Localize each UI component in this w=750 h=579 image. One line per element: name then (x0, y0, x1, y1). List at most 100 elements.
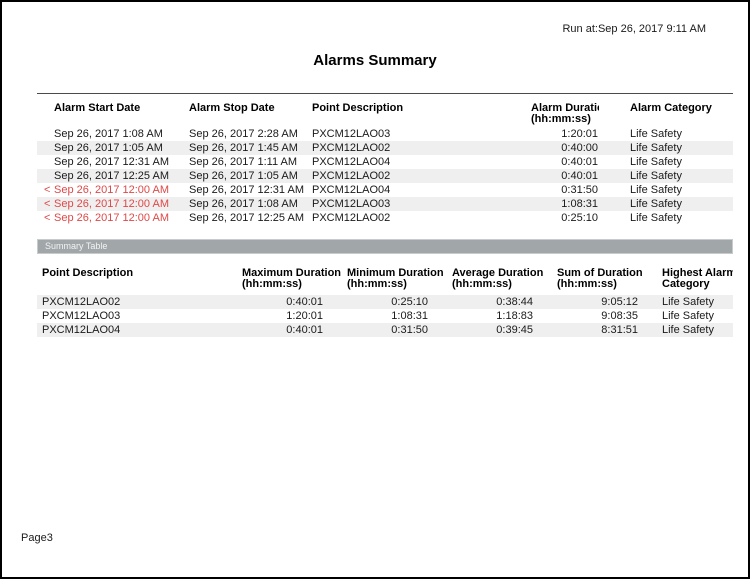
alarm-duration-cell: 1:20:01 (531, 127, 599, 141)
header-line: Alarm Stop Date (189, 103, 312, 114)
alarm-duration-cell: 0:25:10 (531, 211, 599, 225)
summary-table-section: Point Description Maximum Duration (hh:m… (37, 264, 733, 337)
alarm-start-date-cell: Sep 26, 2017 1:08 AM (37, 127, 189, 141)
alarm-category-cell: Life Safety (599, 211, 733, 225)
average-duration-cell: 0:38:44 (452, 295, 557, 309)
point-description-cell: PXCM12LAO04 (37, 323, 242, 337)
alarm-category-cell: Life Safety (599, 183, 733, 197)
alarm-start-date-cell: Sep 26, 2017 12:25 AM (37, 169, 189, 183)
header-line: (hh:mm:ss) (347, 279, 452, 290)
header-line: Point Description (42, 268, 242, 279)
alarm-row: <Sep 26, 2017 12:00 AMSep 26, 2017 1:08 … (37, 197, 733, 211)
header-line: Alarm Start Date (54, 103, 189, 114)
summary-table: Point Description Maximum Duration (hh:m… (37, 264, 733, 337)
alarm-row: Sep 26, 2017 12:31 AMSep 26, 2017 1:11 A… (37, 155, 733, 169)
maximum-duration-cell: 1:20:01 (242, 309, 347, 323)
highest-alarm-category-cell: Life Safety (662, 323, 733, 337)
header-line: (hh:mm:ss) (452, 279, 557, 290)
sum-of-duration-cell: 9:08:35 (557, 309, 662, 323)
page-title: Alarms Summary (2, 52, 748, 69)
point-description-cell: PXCM12LAO04 (312, 155, 531, 169)
alarm-category-cell: Life Safety (599, 155, 733, 169)
alarm-stop-date-cell: Sep 26, 2017 1:05 AM (189, 169, 312, 183)
header-line: (hh:mm:ss) (557, 279, 662, 290)
alarm-start-date-cell: <Sep 26, 2017 12:00 AM (37, 183, 189, 197)
out-of-range-marker: < (44, 183, 50, 197)
average-duration-cell: 1:18:83 (452, 309, 557, 323)
alarm-stop-date-cell: Sep 26, 2017 12:31 AM (189, 183, 312, 197)
average-duration-cell: 0:39:45 (452, 323, 557, 337)
alarm-stop-date-cell: Sep 26, 2017 12:25 AM (189, 211, 312, 225)
alarms-table-body: Sep 26, 2017 1:08 AMSep 26, 2017 2:28 AM… (37, 127, 733, 225)
alarm-stop-date-cell: Sep 26, 2017 1:11 AM (189, 155, 312, 169)
minimum-duration-cell: 1:08:31 (347, 309, 452, 323)
alarms-table-header-row: Alarm Start Date Alarm Stop Date Point D… (37, 94, 733, 127)
maximum-duration-cell: 0:40:01 (242, 323, 347, 337)
summary-row: PXCM12LAO040:40:010:31:500:39:458:31:51L… (37, 323, 733, 337)
alarms-table-section: Alarm Start Date Alarm Stop Date Point D… (37, 93, 733, 225)
alarm-category-cell: Life Safety (599, 141, 733, 155)
alarm-row: Sep 26, 2017 1:08 AMSep 26, 2017 2:28 AM… (37, 127, 733, 141)
alarm-row: <Sep 26, 2017 12:00 AMSep 26, 2017 12:31… (37, 183, 733, 197)
header-line: (hh:mm:ss) (242, 279, 347, 290)
sum-of-duration-cell: 8:31:51 (557, 323, 662, 337)
alarm-stop-date-cell: Sep 26, 2017 1:08 AM (189, 197, 312, 211)
col-header-sum-of-duration: Sum of Duration (hh:mm:ss) (557, 264, 662, 295)
highest-alarm-category-cell: Life Safety (662, 295, 733, 309)
alarm-duration-cell: 0:40:01 (531, 155, 599, 169)
out-of-range-marker: < (44, 211, 50, 225)
point-description-cell: PXCM12LAO02 (37, 295, 242, 309)
alarm-duration-cell: 1:08:31 (531, 197, 599, 211)
alarm-start-date-cell: <Sep 26, 2017 12:00 AM (37, 211, 189, 225)
col-header-highest-alarm-category: Highest Alarm Category (662, 264, 733, 295)
alarm-category-cell: Life Safety (599, 169, 733, 183)
alarm-row: Sep 26, 2017 12:25 AMSep 26, 2017 1:05 A… (37, 169, 733, 183)
minimum-duration-cell: 0:31:50 (347, 323, 452, 337)
alarm-row: <Sep 26, 2017 12:00 AMSep 26, 2017 12:25… (37, 211, 733, 225)
alarms-summary-report-page: Run at:Sep 26, 2017 9:11 AM Alarms Summa… (0, 0, 750, 579)
col-header-alarm-duration: Alarm Duration (hh:mm:ss) (531, 94, 599, 127)
point-description-cell: PXCM12LAO03 (312, 127, 531, 141)
alarm-start-date-cell: <Sep 26, 2017 12:00 AM (37, 197, 189, 211)
maximum-duration-cell: 0:40:01 (242, 295, 347, 309)
header-line: Category (662, 279, 733, 290)
summary-row: PXCM12LAO031:20:011:08:311:18:839:08:35L… (37, 309, 733, 323)
alarm-row: Sep 26, 2017 1:05 AMSep 26, 2017 1:45 AM… (37, 141, 733, 155)
alarm-start-date-cell: Sep 26, 2017 12:31 AM (37, 155, 189, 169)
alarm-stop-date-cell: Sep 26, 2017 2:28 AM (189, 127, 312, 141)
col-header-point-description: Point Description (312, 94, 531, 127)
alarm-start-date-cell: Sep 26, 2017 1:05 AM (37, 141, 189, 155)
highest-alarm-category-cell: Life Safety (662, 309, 733, 323)
out-of-range-marker: < (44, 197, 50, 211)
point-description-cell: PXCM12LAO02 (312, 141, 531, 155)
alarms-table: Alarm Start Date Alarm Stop Date Point D… (37, 94, 733, 225)
page-number: Page3 (21, 532, 53, 544)
point-description-cell: PXCM12LAO03 (37, 309, 242, 323)
col-header-alarm-stop-date: Alarm Stop Date (189, 94, 312, 127)
sum-of-duration-cell: 9:05:12 (557, 295, 662, 309)
alarm-category-cell: Life Safety (599, 197, 733, 211)
header-line: Alarm Category (630, 103, 733, 114)
point-description-cell: PXCM12LAO02 (312, 211, 531, 225)
summary-bar-label: Summary Table (45, 241, 107, 251)
summary-table-section-bar: Summary Table (37, 239, 733, 254)
alarm-duration-cell: 0:40:01 (531, 169, 599, 183)
point-description-cell: PXCM12LAO04 (312, 183, 531, 197)
point-description-cell: PXCM12LAO02 (312, 169, 531, 183)
alarm-duration-cell: 0:40:00 (531, 141, 599, 155)
col-header-alarm-start-date: Alarm Start Date (37, 94, 189, 127)
col-header-maximum-duration: Maximum Duration (hh:mm:ss) (242, 264, 347, 295)
summary-table-body: PXCM12LAO020:40:010:25:100:38:449:05:12L… (37, 295, 733, 337)
summary-table-header-row: Point Description Maximum Duration (hh:m… (37, 264, 733, 295)
col-header-point-description: Point Description (37, 264, 242, 295)
summary-row: PXCM12LAO020:40:010:25:100:38:449:05:12L… (37, 295, 733, 309)
alarm-stop-date-cell: Sep 26, 2017 1:45 AM (189, 141, 312, 155)
alarm-category-cell: Life Safety (599, 127, 733, 141)
header-line: (hh:mm:ss) (531, 114, 599, 125)
col-header-minimum-duration: Minimum Duration (hh:mm:ss) (347, 264, 452, 295)
header-line: Point Description (312, 103, 531, 114)
alarm-duration-cell: 0:31:50 (531, 183, 599, 197)
minimum-duration-cell: 0:25:10 (347, 295, 452, 309)
run-at-timestamp: Run at:Sep 26, 2017 9:11 AM (562, 23, 706, 35)
point-description-cell: PXCM12LAO03 (312, 197, 531, 211)
